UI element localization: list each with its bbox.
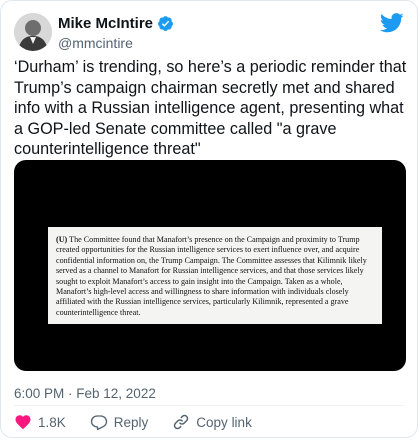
copy-link-button[interactable]: Copy link (172, 413, 252, 431)
author-handle[interactable]: @mmcintire (58, 35, 174, 51)
copy-link-label: Copy link (196, 414, 252, 430)
heart-icon (14, 413, 32, 431)
reply-icon (90, 413, 108, 431)
reply-label: Reply (113, 414, 149, 430)
reply-button[interactable]: Reply (90, 413, 149, 431)
tweet-header: Mike McIntire @mmcintire (14, 11, 404, 51)
twitter-bird-icon[interactable] (379, 13, 404, 33)
document-text: The Committee found that Manafort’s pres… (56, 235, 367, 317)
link-icon (172, 413, 190, 431)
tweet-actions: 1.8K Reply Copy link (14, 413, 276, 431)
author-block[interactable]: Mike McIntire @mmcintire (58, 15, 174, 51)
document-classification-marker: (U) (56, 235, 68, 244)
like-button[interactable]: 1.8K (14, 413, 66, 431)
avatar[interactable] (14, 13, 52, 51)
tweet-timestamp[interactable]: 6:00 PM · Feb 12, 2022 (14, 386, 156, 401)
tweet-media-image[interactable]: (U) The Committee found that Manafort’s … (14, 160, 406, 371)
verified-badge-icon (157, 15, 174, 32)
tweet-text: ‘Durham’ is trending, so here’s a period… (14, 58, 407, 158)
author-display-name[interactable]: Mike McIntire (58, 15, 153, 32)
document-excerpt: (U) The Committee found that Manafort’s … (48, 227, 382, 324)
divider (14, 405, 404, 406)
tweet-card[interactable]: Mike McIntire @mmcintire ‘Durham’ is tre… (0, 0, 418, 438)
like-count: 1.8K (38, 414, 66, 430)
